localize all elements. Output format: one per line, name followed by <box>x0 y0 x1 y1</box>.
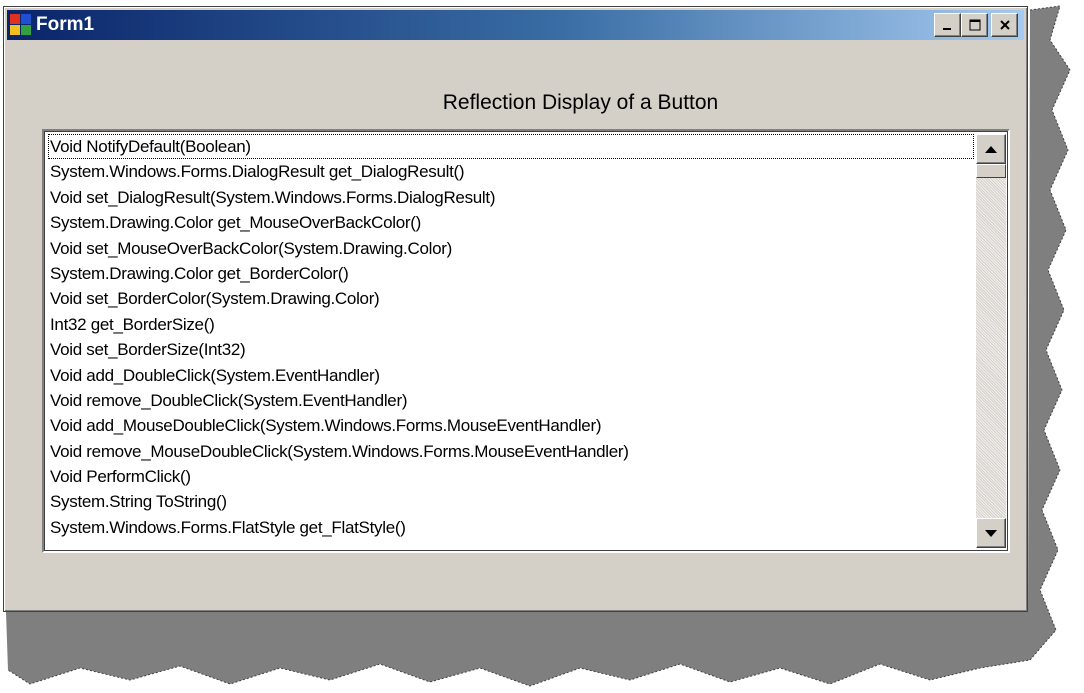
list-item[interactable]: Void PerformClick() <box>48 464 974 489</box>
list-item[interactable]: System.String ToString() <box>48 489 974 514</box>
form1-window: Form1 Reflection Display of a Button Voi… <box>3 6 1028 612</box>
close-button[interactable] <box>991 13 1018 37</box>
list-item[interactable]: System.Windows.Forms.DialogResult get_Di… <box>48 159 974 184</box>
scroll-up-button[interactable] <box>976 134 1006 164</box>
minimize-button[interactable] <box>934 13 961 37</box>
maximize-icon <box>969 19 980 31</box>
scroll-down-button[interactable] <box>976 518 1006 548</box>
list-item[interactable]: Void add_MouseDoubleClick(System.Windows… <box>48 413 974 438</box>
list-item[interactable]: Void remove_DoubleClick(System.EventHand… <box>48 388 974 413</box>
list-item[interactable]: Void set_MouseOverBackColor(System.Drawi… <box>48 236 974 261</box>
maximize-button[interactable] <box>961 13 988 37</box>
vertical-scrollbar[interactable] <box>976 134 1006 548</box>
list-item[interactable]: Void NotifyDefault(Boolean) <box>48 134 974 160</box>
close-icon <box>999 20 1010 30</box>
scroll-down-arrow-icon <box>985 529 997 537</box>
list-item[interactable]: Void set_BorderSize(Int32) <box>48 337 974 362</box>
scroll-thumb[interactable] <box>976 164 1006 178</box>
list-item[interactable]: System.Windows.Forms.FlatStyle get_FlatS… <box>48 515 974 540</box>
list-item[interactable]: System.Drawing.Color get_MouseOverBackCo… <box>48 210 974 235</box>
list-item[interactable]: Void remove_MouseDoubleClick(System.Wind… <box>48 439 974 464</box>
title-bar[interactable]: Form1 <box>7 10 1024 40</box>
scroll-up-arrow-icon <box>985 145 997 153</box>
list-item[interactable]: Void add_DoubleClick(System.EventHandler… <box>48 363 974 388</box>
list-item[interactable]: System.Drawing.Color get_BorderColor() <box>48 261 974 286</box>
minimize-icon <box>942 28 951 30</box>
caption-buttons <box>934 13 1018 37</box>
list-item[interactable]: Void set_BorderColor(System.Drawing.Colo… <box>48 286 974 311</box>
list-item[interactable]: Int32 get_BorderSize() <box>48 312 974 337</box>
list-item[interactable]: Void set_DialogResult(System.Windows.For… <box>48 185 974 210</box>
methods-listbox[interactable]: Void NotifyDefault(Boolean) System.Window… <box>42 129 1010 553</box>
listbox-items[interactable]: Void NotifyDefault(Boolean) System.Window… <box>48 134 974 549</box>
form-app-icon[interactable] <box>10 14 32 36</box>
window-title: Form1 <box>36 14 95 35</box>
form-heading-label: Reflection Display of a Button <box>442 91 719 114</box>
